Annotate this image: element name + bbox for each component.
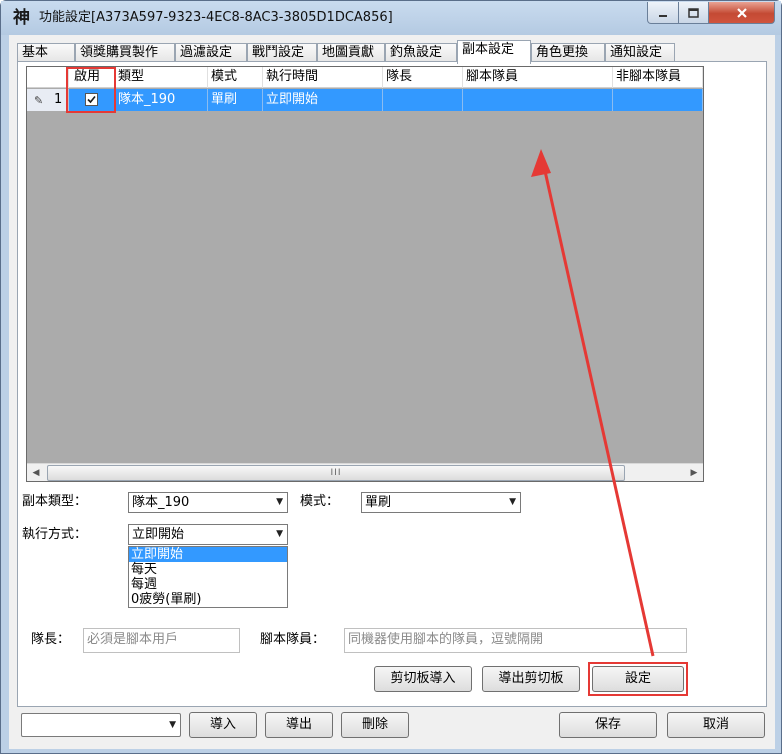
chevron-down-icon: ▼ (276, 497, 283, 507)
cancel-button[interactable]: 取消 (667, 712, 765, 738)
exec-method-label: 執行方式： (22, 527, 88, 542)
scroll-right-icon[interactable]: ▶ (685, 464, 703, 481)
maximize-button[interactable] (679, 2, 709, 24)
main-window: 神 功能設定[A373A597-9323-4EC8-8AC3-3805D1DCA… (0, 0, 782, 754)
tab-filter[interactable]: 過濾設定 (175, 43, 247, 63)
window-title: 功能設定[A373A597-9323-4EC8-8AC3-3805D1DCA85… (39, 10, 393, 25)
chevron-down-icon: ▼ (509, 497, 516, 507)
cell-non-members[interactable] (613, 89, 703, 111)
mode-value: 單刷 (365, 495, 392, 510)
grid-header: 啟用 類型 模式 執行時間 隊長 腳本隊員 非腳本隊員 (27, 67, 703, 88)
scrollbar-thumb[interactable]: III (47, 465, 625, 481)
tab-fishing[interactable]: 釣魚設定 (385, 43, 457, 63)
app-logo-icon: 神 (13, 8, 30, 28)
dungeon-type-value: 隊本_190 (132, 495, 190, 510)
chevron-down-icon: ▼ (169, 720, 176, 730)
column-header-leader[interactable]: 隊長 (383, 67, 463, 88)
horizontal-scrollbar[interactable]: ◀ III ▶ (27, 463, 703, 481)
exec-option-daily[interactable]: 每天 (129, 562, 287, 577)
tab-notification[interactable]: 通知設定 (605, 43, 675, 63)
row-header[interactable]: ✎ 1 (27, 89, 69, 111)
maximize-icon (688, 7, 699, 18)
client-area: 基本 領獎購買製作 過濾設定 戰鬥設定 地圖貢獻 釣魚設定 副本設定 角色更換 … (9, 35, 775, 749)
tab-combat[interactable]: 戰鬥設定 (247, 43, 317, 63)
close-icon (736, 7, 747, 18)
members-input[interactable]: 同機器使用腳本的隊員，逗號隔開 (344, 628, 687, 653)
leader-input[interactable]: 必須是腳本用戶 (83, 628, 240, 653)
scroll-left-icon[interactable]: ◀ (27, 464, 45, 481)
dungeon-type-select[interactable]: 隊本_190 ▼ (128, 492, 288, 513)
save-button[interactable]: 保存 (559, 712, 657, 738)
profile-select[interactable]: ▼ (21, 713, 181, 737)
column-header-members[interactable]: 腳本隊員 (463, 67, 613, 88)
checkmark-icon (87, 95, 96, 104)
minimize-button[interactable] (647, 2, 679, 24)
cell-enabled[interactable] (69, 89, 115, 111)
enabled-checkbox[interactable] (85, 93, 98, 106)
tab-character-switch[interactable]: 角色更換 (531, 43, 605, 63)
cell-leader[interactable] (383, 89, 463, 111)
import-clipboard-button[interactable]: 剪切板導入 (374, 666, 472, 692)
column-header-enabled[interactable]: 啟用 (69, 67, 115, 88)
dungeon-grid[interactable]: 啟用 類型 模式 執行時間 隊長 腳本隊員 非腳本隊員 ✎ 1 隊本_190 單… (26, 66, 704, 482)
dungeon-settings-page: 啟用 類型 模式 執行時間 隊長 腳本隊員 非腳本隊員 ✎ 1 隊本_190 單… (17, 61, 767, 707)
members-label: 腳本隊員： (260, 632, 326, 647)
cell-type[interactable]: 隊本_190 (115, 89, 208, 111)
exec-option-weekly[interactable]: 每週 (129, 577, 287, 592)
pencil-icon: ✎ (34, 94, 44, 107)
exec-option-zero-fatigue[interactable]: 0疲勞(單刷) (129, 592, 287, 607)
tab-basic[interactable]: 基本 (17, 43, 75, 63)
close-button[interactable] (709, 2, 775, 24)
exec-method-dropdown-list[interactable]: 立即開始 每天 每週 0疲勞(單刷) (128, 546, 288, 608)
leader-label: 隊長： (31, 632, 71, 647)
title-bar[interactable]: 神 功能設定[A373A597-9323-4EC8-8AC3-3805D1DCA… (1, 1, 781, 35)
table-row[interactable]: ✎ 1 隊本_190 單刷 立即開始 (27, 89, 703, 111)
dungeon-type-label: 副本類型： (22, 494, 88, 509)
import-button[interactable]: 導入 (189, 712, 257, 738)
row-number: 1 (54, 92, 63, 107)
export-clipboard-button[interactable]: 導出剪切板 (482, 666, 580, 692)
column-header-mode[interactable]: 模式 (208, 67, 263, 88)
tab-dungeon[interactable]: 副本設定 (457, 40, 531, 64)
exec-option-immediate[interactable]: 立即開始 (129, 547, 287, 562)
grid-header-corner (27, 67, 69, 88)
mode-label: 模式： (300, 494, 340, 509)
tab-rewards-purchase[interactable]: 領獎購買製作 (75, 43, 175, 63)
tab-map-contribution[interactable]: 地圖貢獻 (317, 43, 385, 63)
column-header-time[interactable]: 執行時間 (263, 67, 383, 88)
exec-method-select[interactable]: 立即開始 ▼ (128, 524, 288, 545)
delete-button[interactable]: 刪除 (341, 712, 409, 738)
export-button[interactable]: 導出 (265, 712, 333, 738)
cell-time[interactable]: 立即開始 (263, 89, 383, 111)
set-button[interactable]: 設定 (592, 666, 684, 692)
column-header-type[interactable]: 類型 (115, 67, 208, 88)
minimize-icon (659, 14, 667, 17)
chevron-down-icon: ▼ (276, 529, 283, 539)
mode-select[interactable]: 單刷 ▼ (361, 492, 521, 513)
exec-method-value: 立即開始 (132, 527, 185, 542)
cell-mode[interactable]: 單刷 (208, 89, 263, 111)
cell-members[interactable] (463, 89, 613, 111)
column-header-non-members[interactable]: 非腳本隊員 (613, 67, 703, 88)
